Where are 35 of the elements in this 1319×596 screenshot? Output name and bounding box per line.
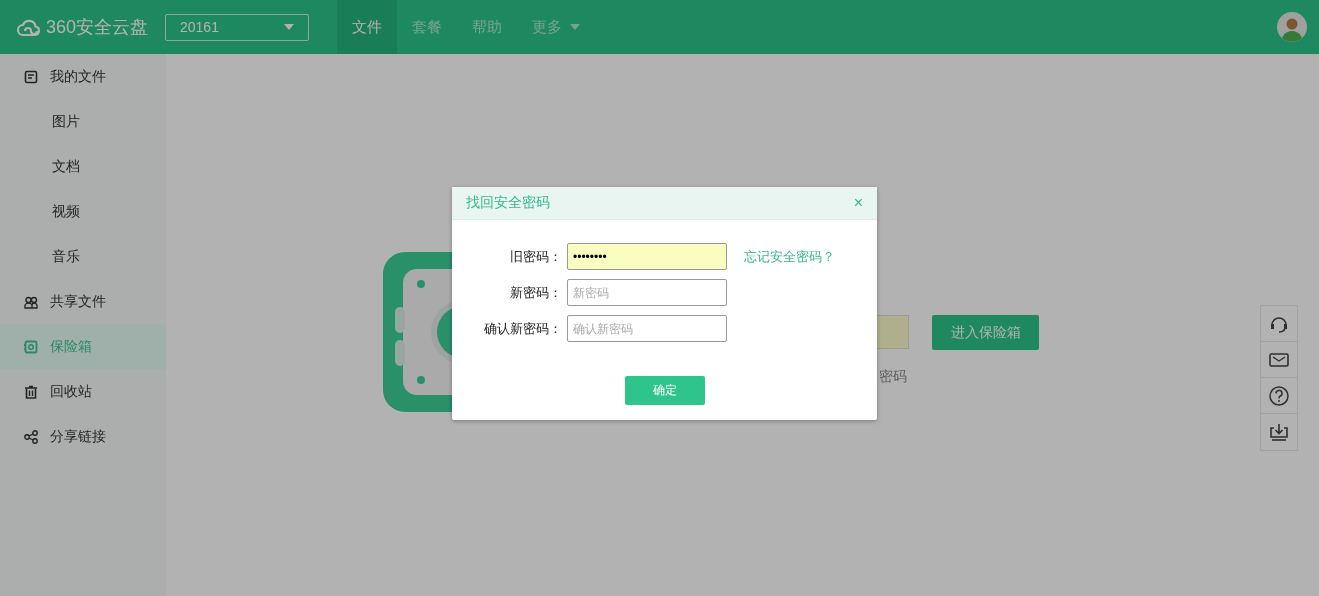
account-dropdown[interactable]: 20161 (165, 13, 309, 41)
password-input[interactable]: •••••••• (567, 243, 727, 270)
cloud-logo-icon (16, 17, 42, 37)
sidebar-subitem[interactable]: 文档 (0, 144, 166, 189)
sidebar-item[interactable]: 分享链接 (0, 414, 166, 459)
trash-icon (24, 384, 38, 399)
sidebar-item[interactable]: 我的文件 (0, 54, 166, 99)
field-label: 旧密码： (510, 247, 563, 266)
document-icon (24, 69, 38, 84)
safe-icon (24, 339, 38, 354)
password-input[interactable]: 新密码 (567, 279, 727, 306)
dialog-title: 找回安全密码 (466, 194, 550, 212)
forgot-password-link[interactable]: 忘记安全密码？ (744, 247, 877, 266)
hint-text: 密码 (879, 368, 908, 386)
nav-tab[interactable]: 帮助 (457, 0, 517, 54)
nav-tab[interactable]: 套餐 (397, 0, 457, 54)
nav-tab[interactable]: 文件 (337, 0, 397, 54)
nav-tab[interactable]: 更多 (517, 0, 595, 54)
sidebar-subitem[interactable]: 图片 (0, 99, 166, 144)
people-icon (24, 294, 38, 309)
sidebar-item[interactable]: 回收站 (0, 369, 166, 414)
sidebar-subitem[interactable]: 音乐 (0, 234, 166, 279)
logo-text: 360安全云盘 (46, 16, 149, 39)
avatar-icon[interactable] (1277, 12, 1307, 42)
confirm-button[interactable]: 确定 (624, 376, 705, 405)
sidebar-item[interactable]: 共享文件 (0, 279, 166, 324)
field-label: 新密码： (510, 283, 563, 302)
password-input[interactable]: 确认新密码 (567, 315, 727, 342)
sidebar-item[interactable]: 保险箱 (0, 324, 166, 369)
sidebar-subitem[interactable]: 视频 (0, 189, 166, 234)
enter-vault-button[interactable]: 进入保险箱 (932, 315, 1039, 350)
close-button[interactable]: × (853, 194, 863, 212)
caret-icon (284, 24, 294, 30)
share-icon (24, 429, 38, 444)
field-label: 确认新密码： (484, 319, 563, 338)
